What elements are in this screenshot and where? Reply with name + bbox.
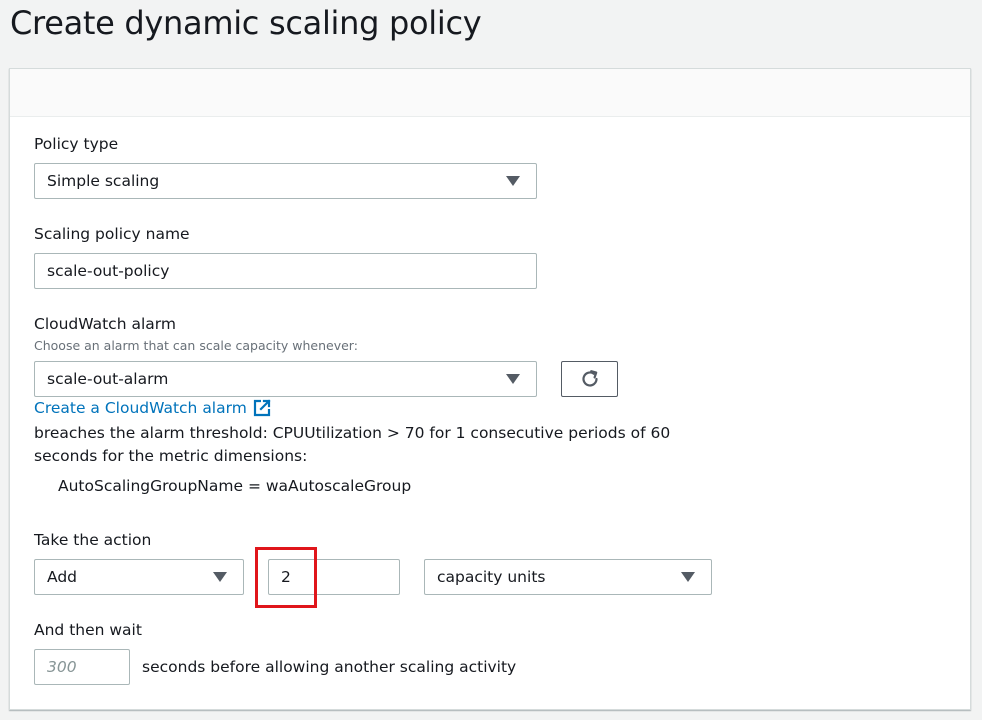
caret-down-icon	[213, 572, 227, 582]
action-unit-select[interactable]: capacity units	[424, 559, 712, 595]
create-alarm-link[interactable]: Create a CloudWatch alarm	[34, 399, 271, 417]
refresh-icon	[581, 370, 598, 387]
page-title: Create dynamic scaling policy	[10, 4, 482, 42]
wait-seconds-input[interactable]: 300	[34, 649, 130, 685]
policy-name-label: Scaling policy name	[34, 225, 190, 243]
action-operation-value: Add	[47, 568, 78, 586]
refresh-alarms-button[interactable]	[561, 361, 618, 397]
wait-seconds-placeholder: 300	[47, 658, 77, 676]
action-operation-select[interactable]: Add	[34, 559, 244, 595]
alarm-label: CloudWatch alarm	[34, 315, 176, 333]
policy-type-select[interactable]: Simple scaling	[34, 163, 537, 199]
wait-label: And then wait	[34, 621, 142, 639]
alarm-select[interactable]: scale-out-alarm	[34, 361, 537, 397]
alarm-description: Choose an alarm that can scale capacity …	[34, 338, 358, 353]
caret-down-icon	[506, 176, 520, 186]
wait-suffix-text: seconds before allowing another scaling …	[142, 658, 517, 676]
action-unit-value: capacity units	[437, 568, 546, 586]
panel-header	[10, 69, 970, 117]
alarm-threshold-line2: seconds for the metric dimensions:	[34, 447, 308, 465]
create-alarm-link-text: Create a CloudWatch alarm	[34, 399, 247, 417]
policy-name-value: scale-out-policy	[47, 262, 170, 280]
highlight-box	[255, 547, 317, 608]
policy-type-value: Simple scaling	[47, 172, 160, 190]
policy-name-input[interactable]: scale-out-policy	[34, 253, 537, 289]
alarm-value: scale-out-alarm	[47, 370, 169, 388]
caret-down-icon	[506, 374, 520, 384]
caret-down-icon	[681, 572, 695, 582]
policy-type-label: Policy type	[34, 135, 119, 153]
alarm-threshold-line1: breaches the alarm threshold: CPUUtiliza…	[34, 424, 671, 442]
action-label: Take the action	[34, 531, 152, 549]
alarm-dimension: AutoScalingGroupName = waAutoscaleGroup	[58, 477, 412, 495]
external-link-icon	[253, 399, 271, 417]
